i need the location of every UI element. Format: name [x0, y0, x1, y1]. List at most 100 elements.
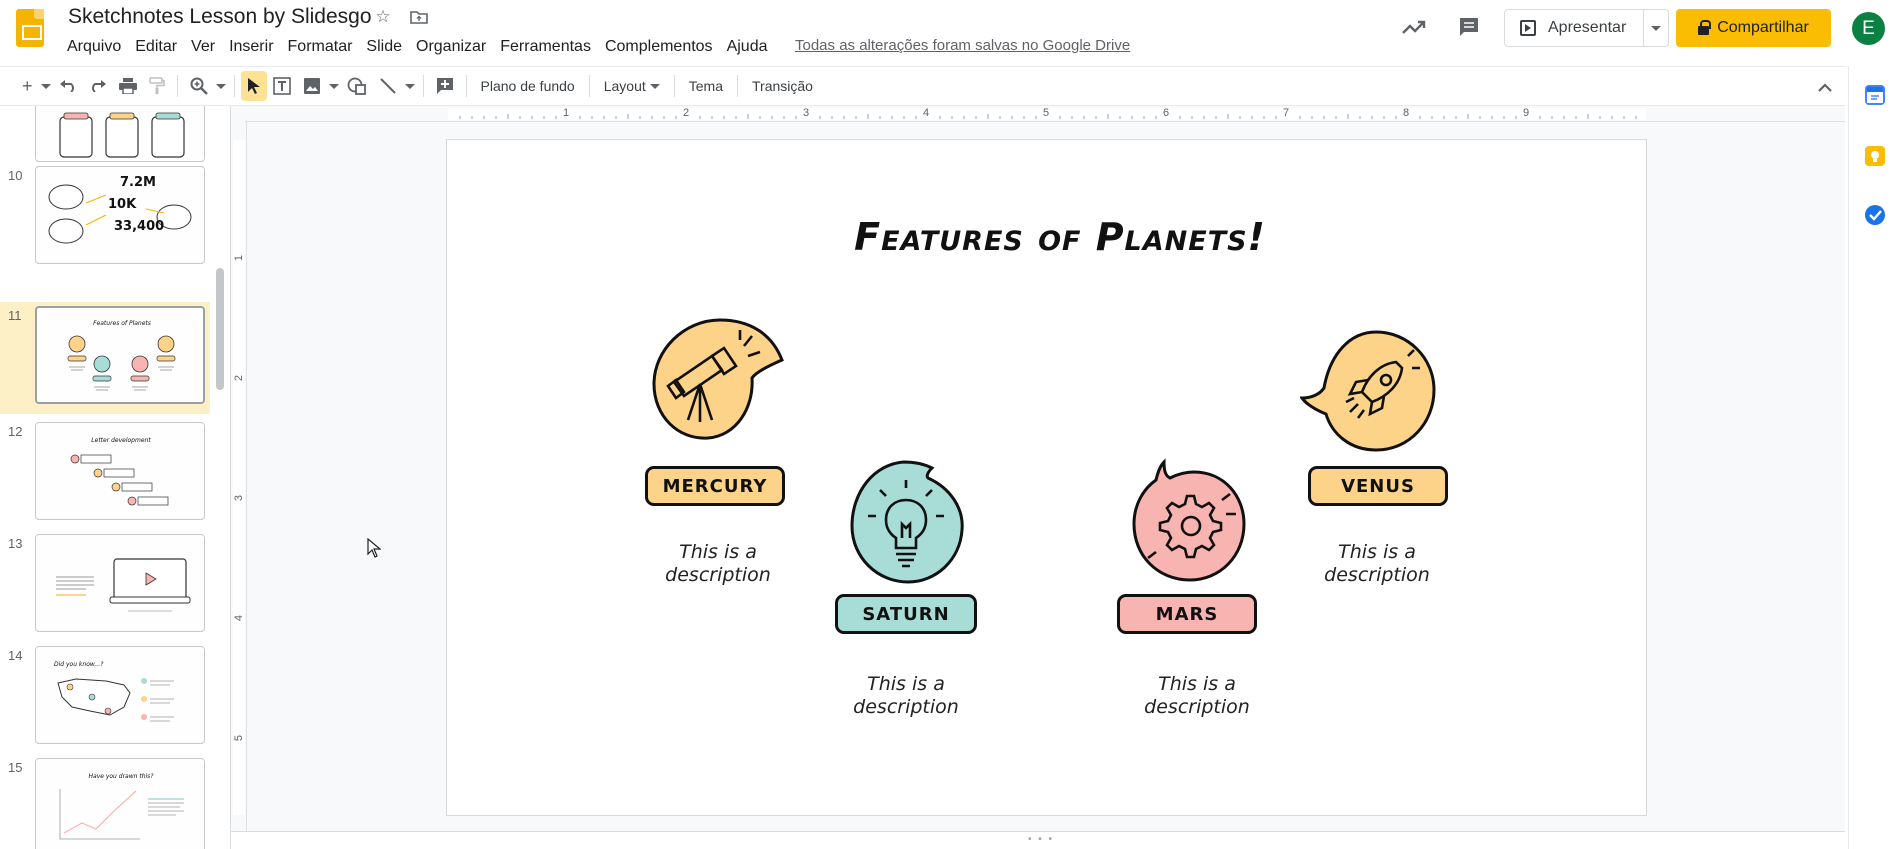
undo-icon[interactable]: [53, 71, 83, 101]
slide-thumbnail[interactable]: 7.2M 10K 33,400: [35, 166, 205, 264]
slide-thumbnail-row[interactable]: 15 Have you drawn this?: [0, 754, 210, 849]
slides-logo-icon[interactable]: [16, 9, 44, 47]
comment-icon[interactable]: [1458, 16, 1480, 38]
new-slide-dropdown-icon[interactable]: [39, 71, 53, 101]
present-label: Apresentar: [1548, 19, 1627, 36]
line-icon[interactable]: [373, 71, 403, 101]
planet-label-mercury[interactable]: MERCURY: [645, 466, 785, 506]
share-button[interactable]: Compartilhar: [1676, 9, 1831, 47]
image-icon[interactable]: [297, 71, 327, 101]
present-icon: [1520, 20, 1536, 36]
ruler-number: 4: [233, 614, 246, 622]
thumb-stat-3: 33,400: [114, 219, 165, 234]
slide-number: 10: [8, 168, 23, 183]
line-dropdown-icon[interactable]: [403, 71, 417, 101]
activity-trend-icon[interactable]: [1401, 16, 1427, 38]
planet-label-mars[interactable]: MARS: [1117, 594, 1257, 634]
ruler-number: 8: [1403, 107, 1410, 119]
collapse-toolbar-icon[interactable]: [1818, 79, 1832, 97]
chevron-down-icon: [649, 83, 660, 89]
rocket-icon[interactable]: [1300, 328, 1450, 454]
slide-thumbnail[interactable]: Have you drawn this?: [35, 758, 205, 849]
ruler-number: 6: [1163, 107, 1170, 119]
toolbar-divider: [176, 75, 178, 97]
ruler-number: 3: [233, 494, 246, 502]
new-slide-icon[interactable]: +: [16, 71, 39, 101]
toolbar-divider: [588, 75, 590, 97]
ruler-number: 9: [1523, 107, 1530, 119]
keep-icon[interactable]: [1865, 146, 1885, 166]
slide-thumbnail[interactable]: [35, 534, 205, 632]
menu-slide[interactable]: Slide: [359, 36, 409, 58]
redo-icon[interactable]: [83, 71, 113, 101]
planet-description-mars[interactable]: This is a description: [1117, 673, 1277, 719]
planet-description-saturn[interactable]: This is a description: [826, 673, 986, 719]
calendar-icon[interactable]: [1865, 85, 1885, 105]
toolbar-divider: [737, 75, 738, 97]
background-button[interactable]: Plano de fundo: [473, 71, 583, 101]
telescope-icon[interactable]: [648, 316, 786, 442]
side-panel: [1848, 66, 1894, 849]
ruler-number: 2: [233, 374, 246, 382]
layout-label: Layout: [603, 78, 646, 94]
menu-complementos[interactable]: Complementos: [598, 36, 720, 58]
slide-filmstrip[interactable]: 10 7.2M 10K 33,400 11 Features of Planet…: [0, 106, 231, 849]
zoom-dropdown-icon[interactable]: [214, 71, 228, 101]
paint-format-icon[interactable]: [143, 71, 171, 101]
add-comment-icon[interactable]: [430, 71, 460, 101]
planet-description-venus[interactable]: This is a description: [1297, 541, 1457, 587]
lightbulb-icon[interactable]: [846, 458, 968, 584]
zoom-icon[interactable]: [184, 71, 214, 101]
menu-formatar[interactable]: Formatar: [281, 36, 360, 58]
transition-button[interactable]: Transição: [744, 71, 821, 101]
slide-thumbnail-row-selected[interactable]: 11 Features of Planets: [0, 302, 210, 414]
present-dropdown-button[interactable]: [1643, 9, 1669, 47]
planet-label-saturn[interactable]: SATURN: [835, 594, 977, 634]
slide-number: 13: [8, 536, 23, 551]
ruler-number: 1: [233, 254, 246, 262]
planet-description-mercury[interactable]: This is a description: [638, 541, 798, 587]
ruler-number: 1: [563, 107, 570, 119]
gear-icon[interactable]: [1128, 458, 1250, 584]
planet-label-venus[interactable]: VENUS: [1308, 466, 1448, 506]
thumb-stat-1: 7.2M: [120, 175, 156, 190]
top-header: Sketchnotes Lesson by Slidesgo ☆ Arquivo…: [0, 0, 1894, 64]
layout-button[interactable]: Layout: [596, 71, 668, 101]
select-cursor-icon[interactable]: [240, 71, 267, 101]
share-label: Compartilhar: [1717, 19, 1809, 36]
text-box-icon[interactable]: [267, 71, 297, 101]
account-avatar[interactable]: E: [1852, 12, 1885, 45]
ruler-number: 7: [1283, 107, 1290, 119]
slide-thumbnail-row[interactable]: 12 Letter development: [0, 418, 210, 530]
menu-ver[interactable]: Ver: [184, 36, 222, 58]
slide-thumbnail[interactable]: Letter development: [35, 422, 205, 520]
toolbar-divider: [673, 75, 675, 97]
menu-inserir[interactable]: Inserir: [222, 36, 280, 58]
filmstrip-scrollbar[interactable]: [216, 268, 224, 390]
menu-ajuda[interactable]: Ajuda: [720, 36, 775, 58]
menu-organizar[interactable]: Organizar: [409, 36, 493, 58]
slide-thumbnail-row[interactable]: 14 Did you know...?: [0, 642, 210, 754]
menu-arquivo[interactable]: Arquivo: [60, 36, 128, 58]
slide-title[interactable]: Features of Planets!: [800, 212, 1320, 262]
move-to-folder-icon[interactable]: [409, 7, 429, 27]
slide-thumbnail-row[interactable]: 13: [0, 530, 210, 642]
drag-handle-icon[interactable]: • • •: [1028, 834, 1054, 845]
menu-editar[interactable]: Editar: [128, 36, 184, 58]
save-status-link[interactable]: Todas as alterações foram salvas no Goog…: [795, 37, 1130, 54]
shape-icon[interactable]: [341, 71, 373, 101]
slide-thumbnail[interactable]: Did you know...?: [35, 646, 205, 744]
image-dropdown-icon[interactable]: [327, 71, 341, 101]
slide-thumbnail[interactable]: Features of Planets: [35, 306, 205, 404]
slide-thumbnail[interactable]: [35, 106, 205, 162]
slide-number: 11: [8, 308, 22, 323]
theme-button[interactable]: Tema: [681, 71, 731, 101]
present-button[interactable]: Apresentar: [1504, 9, 1644, 47]
slide-thumbnail-row[interactable]: 10 7.2M 10K 33,400: [0, 162, 210, 274]
star-icon[interactable]: ☆: [373, 7, 393, 27]
print-icon[interactable]: [113, 71, 143, 101]
tasks-icon[interactable]: [1865, 205, 1885, 225]
ruler-number: 4: [923, 107, 930, 119]
document-title[interactable]: Sketchnotes Lesson by Slidesgo: [68, 5, 372, 29]
menu-ferramentas[interactable]: Ferramentas: [493, 36, 598, 58]
